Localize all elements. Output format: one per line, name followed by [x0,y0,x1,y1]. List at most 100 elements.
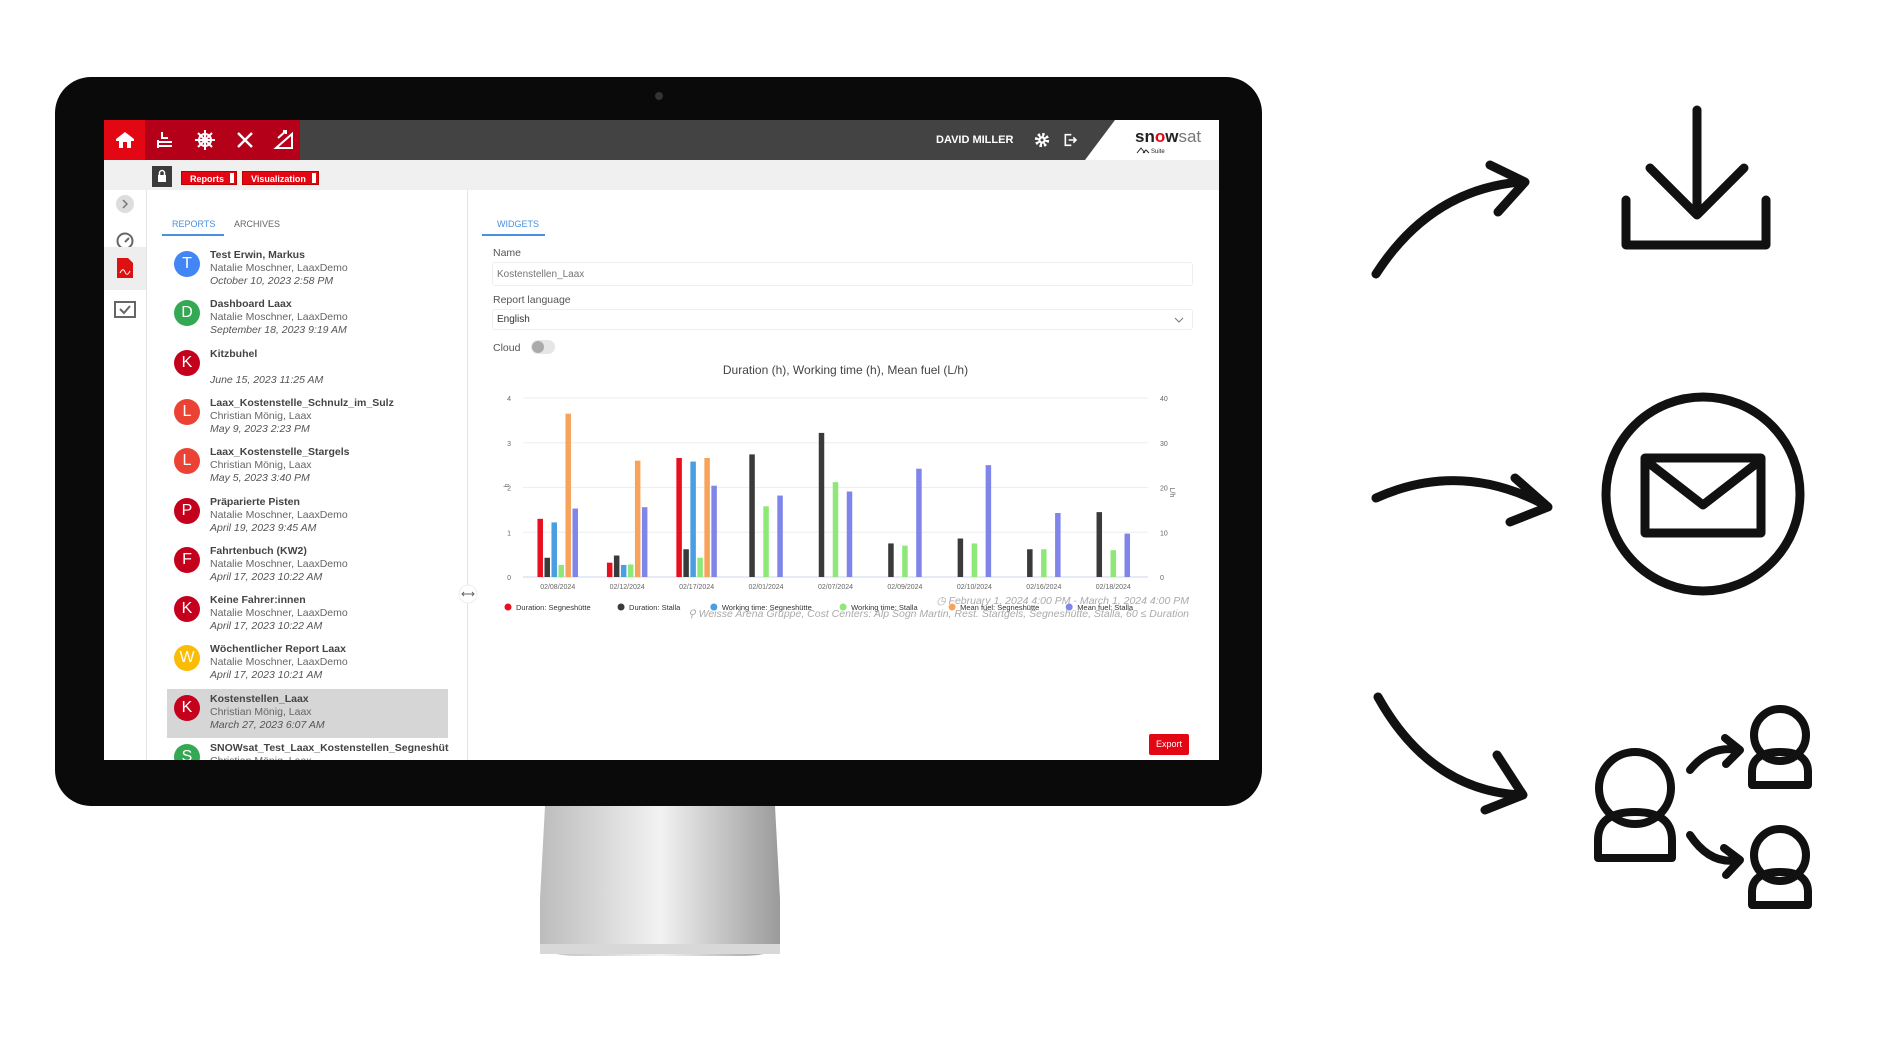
clock-icon: ◷ [936,595,949,607]
bar-working-time-stalla [1041,549,1047,577]
bar-duration-segnesh-tte [606,562,613,577]
tab-reports[interactable]: REPORTS [172,219,215,229]
report-author: Natalie Moschner, LaaxDemo [210,508,348,521]
report-author: Christian Mönig, Laax [210,755,312,760]
report-date: October 10, 2023 2:58 PM [210,275,334,287]
mail-icon [1601,392,1805,596]
report-date: September 18, 2023 9:19 AM [210,324,347,337]
bar-mean-fuel-stalla [985,465,992,577]
bar-working-time-stalla [627,564,634,577]
tab-archives[interactable]: ARCHIVES [234,219,280,229]
snowflake-gear-icon[interactable] [193,128,217,152]
snowplow-icon[interactable] [153,128,177,152]
checklist-icon[interactable] [114,301,136,319]
export-button[interactable]: Export [1149,734,1189,755]
report-list-item[interactable]: P Präparierte Pisten Natalie Moschner, L… [167,492,448,541]
bar-mean-fuel-stalla [711,485,717,577]
avatar: P [174,497,200,524]
filter-value: Weisse Arena Gruppe, Cost Centers: Alp S… [698,608,1189,620]
bar-mean-fuel-stalla [1055,513,1061,577]
report-title: Laax_Kostenstelle_Schnulz_im_Sulz [210,396,394,409]
y2-tick-label: 20 [1160,486,1168,493]
bar-duration-stalla [683,549,689,577]
avatar: L [174,398,200,425]
y-tick-label: 3 [507,441,511,448]
report-author: Natalie Moschner, LaaxDemo [210,557,348,570]
lock-button[interactable] [152,166,172,187]
reports-nav-item[interactable] [104,247,146,290]
report-title: Wöchentlicher Report Laax [210,643,346,656]
bar-mean-fuel-segnesh-tte [704,457,710,577]
bar-mean-fuel-segnesh-tte [565,413,571,577]
tools-icon[interactable] [233,128,257,152]
report-title: Kitzbuhel [210,347,258,360]
report-list-item[interactable]: W Wöchentlicher Report Laax Natalie Mosc… [167,639,448,688]
bar-working-time-stalla [971,543,978,577]
report-list-item[interactable]: K Keine Fahrer:innen Natalie Moschner, L… [167,590,448,639]
bar-mean-fuel-stalla [572,508,578,577]
arrow-to-download-icon [1371,160,1530,279]
visualization-button[interactable]: Visualization [242,171,319,185]
bar-duration-segnesh-tte [537,518,543,577]
name-input[interactable] [492,262,1193,286]
reports-button[interactable]: Reports [181,171,238,185]
sub-toolbar: Reports Visualization [104,160,1219,190]
report-editor: WIDGETS Name Report language English Clo… [468,190,1219,760]
active-tab-indicator [162,234,224,236]
bar-working-time-stalla [763,506,769,577]
avatar: S [174,744,200,760]
report-list-item[interactable]: L Laax_Kostenstelle_Schnulz_im_Sulz Chri… [167,393,448,442]
cloud-toggle[interactable] [531,340,555,354]
x-tick-label: 02/12/2024 [610,584,645,591]
report-list-item[interactable]: S SNOWsat_Test_Laax_Kostenstellen_Segnes… [167,738,448,760]
legend-label: Duration: Stalla [629,603,681,612]
tab-widgets[interactable]: WIDGETS [497,219,539,229]
download-icon [1621,105,1771,250]
report-list-item[interactable]: L Laax_Kostenstelle_Stargels Christian M… [167,442,448,491]
active-tab-indicator [482,234,545,236]
y2-tick-label: 0 [1160,575,1164,582]
expand-chevron-icon[interactable] [114,193,136,215]
slope-icon[interactable] [272,128,296,152]
bar-working-time-segnesh-tte [620,564,627,577]
report-author: Christian Mönig, Laax [210,705,312,718]
legend-label: Duration: Segneshütte [516,603,591,612]
bar-duration-stalla [544,557,550,577]
report-author: Natalie Moschner, LaaxDemo [210,311,348,324]
report-author: Natalie Moschner, LaaxDemo [210,262,348,274]
report-list-item[interactable]: D Dashboard Laax Natalie Moschner, LaaxD… [167,294,448,343]
report-list-item[interactable]: F Fahrtenbuch (KW2) Natalie Moschner, La… [167,541,448,590]
report-list-item[interactable]: K Kitzbuhel June 15, 2023 11:25 AM [167,344,448,393]
report-date: March 27, 2023 6:07 AM [210,718,325,731]
avatar: K [174,349,200,376]
report-author: Christian Mönig, Laax [210,459,312,472]
report-title: Fahrtenbuch (KW2) [210,544,307,557]
pdf-report-icon [117,258,133,278]
y2-tick-label: 10 [1160,530,1168,537]
left-rail [104,190,147,760]
bar-mean-fuel-stalla [1124,533,1131,577]
gear-icon[interactable] [1033,131,1051,149]
report-date: May 5, 2023 3:40 PM [210,472,310,485]
report-date: April 17, 2023 10:22 AM [210,620,323,633]
home-icon [116,132,134,148]
report-title: Laax_Kostenstelle_Stargels [210,446,350,459]
monitor-stand [540,806,780,956]
user-name[interactable]: DAVID MILLER [936,134,1013,146]
report-title: Kostenstellen_Laax [210,692,309,705]
bar-working-time-stalla [1110,550,1117,577]
report-language-select[interactable]: English [492,309,1193,330]
report-date: April 19, 2023 9:45 AM [210,521,317,534]
report-list-item[interactable]: T Test Erwin, Markus Natalie Moschner, L… [167,245,448,294]
x-tick-label: 02/09/2024 [887,584,922,591]
bar-working-time-stalla [697,557,703,577]
camera [655,92,663,100]
bar-duration-stalla [818,432,825,577]
report-list-item[interactable]: K Kostenstellen_Laax Christian Mönig, La… [167,688,448,738]
y-tick-label: 1 [507,530,511,537]
lock-icon [158,169,166,182]
y2-tick-label: 30 [1160,441,1168,448]
report-date: May 9, 2023 2:23 PM [210,422,310,435]
bar-mean-fuel-stalla [777,495,783,577]
logout-icon[interactable] [1062,132,1078,148]
